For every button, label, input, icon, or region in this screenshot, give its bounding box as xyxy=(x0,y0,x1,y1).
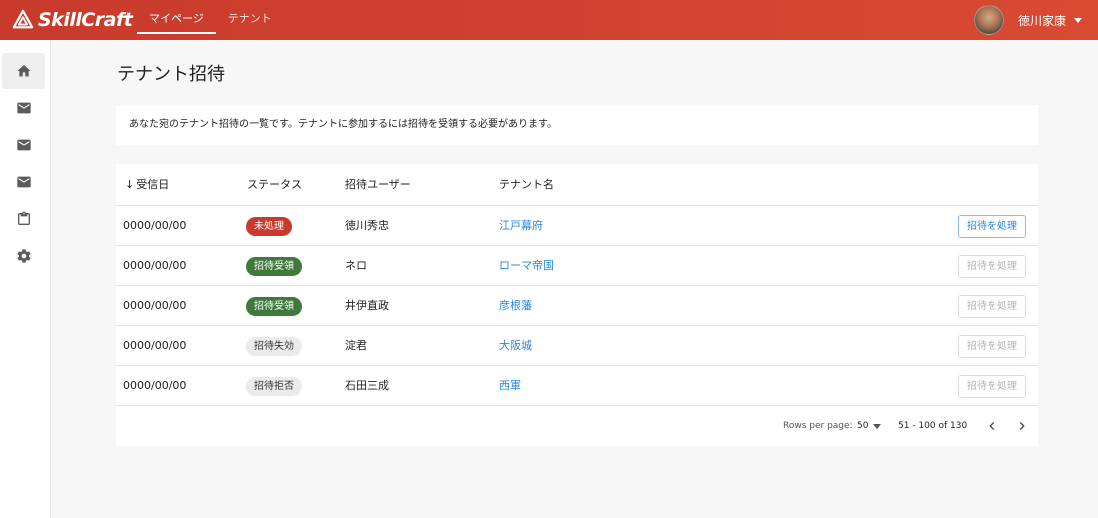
status-badge: 招待失効 xyxy=(246,337,302,356)
chevron-down-icon[interactable] xyxy=(1074,17,1082,23)
mail-icon xyxy=(16,139,31,151)
inviting-user: 井伊直政 xyxy=(345,299,389,312)
table-header: ↓ 受信日 ステータス 招待ユーザー テナント名 xyxy=(116,164,1038,206)
column-inviting-user[interactable]: 招待ユーザー xyxy=(345,164,411,206)
process-invite-button: 招待を処理 xyxy=(958,335,1026,358)
next-page-button[interactable] xyxy=(1014,418,1030,434)
info-message: あなた宛のテナント招待の一覧です。テナントに参加するには招待を受領する必要があり… xyxy=(116,105,1038,145)
logo-icon xyxy=(12,9,34,29)
brand-logo[interactable]: SkillCraft xyxy=(12,8,133,32)
table-row: 0000/00/00 招待受領 ネロ ローマ帝国 招待を処理 xyxy=(116,246,1038,286)
sidebar-item-mail-1[interactable] xyxy=(2,90,45,126)
status-badge: 招待受領 xyxy=(246,257,302,276)
clipboard-icon xyxy=(17,211,30,225)
received-date: 0000/00/00 xyxy=(123,379,187,392)
page-title: テナント招待 xyxy=(117,64,225,85)
nav-mypage[interactable]: マイページ xyxy=(137,0,216,40)
table-row: 0000/00/00 招待失効 淀君 大阪城 招待を処理 xyxy=(116,326,1038,366)
table-row: 0000/00/00 未処理 徳川秀忠 江戸幕府 招待を処理 xyxy=(116,206,1038,246)
chevron-left-icon xyxy=(989,422,995,430)
status-badge: 未処理 xyxy=(246,217,292,236)
column-received-date[interactable]: ↓ 受信日 xyxy=(125,164,169,206)
sidebar-item-settings[interactable] xyxy=(2,238,45,274)
status-badge: 招待拒否 xyxy=(246,377,302,396)
received-date: 0000/00/00 xyxy=(123,299,187,312)
chevron-down-icon[interactable] xyxy=(873,424,881,429)
inviting-user: ネロ xyxy=(345,259,367,272)
tenant-link[interactable]: 江戸幕府 xyxy=(499,206,543,246)
tenant-link[interactable]: 大阪城 xyxy=(499,326,532,366)
sidebar-item-clipboard[interactable] xyxy=(2,201,45,237)
process-invite-button[interactable]: 招待を処理 xyxy=(958,215,1026,238)
tenant-link[interactable]: 西軍 xyxy=(499,366,521,406)
process-invite-button: 招待を処理 xyxy=(958,375,1026,398)
sidebar xyxy=(0,40,51,518)
received-date: 0000/00/00 xyxy=(123,339,187,352)
gear-icon xyxy=(17,249,30,263)
user-name[interactable]: 徳川家康 xyxy=(1018,12,1066,29)
column-tenant-name[interactable]: テナント名 xyxy=(499,164,554,206)
rows-per-page-label: Rows per page: xyxy=(783,421,853,431)
received-date: 0000/00/00 xyxy=(123,219,187,232)
inviting-user: 徳川秀忠 xyxy=(345,219,389,232)
received-date: 0000/00/00 xyxy=(123,259,187,272)
mail-icon xyxy=(16,102,31,114)
inviting-user: 淀君 xyxy=(345,339,367,352)
status-badge: 招待受領 xyxy=(246,297,302,316)
rows-per-page-select[interactable]: 50 xyxy=(857,406,868,446)
brand-name: SkillCraft xyxy=(38,9,133,31)
top-nav: マイページ テナント xyxy=(137,0,284,40)
sidebar-item-mail-3[interactable] xyxy=(2,164,45,200)
user-menu[interactable]: 徳川家康 xyxy=(973,4,1082,36)
inviting-user: 石田三成 xyxy=(345,379,389,392)
page-range: 51 - 100 of 130 xyxy=(898,421,968,431)
app-header: SkillCraft マイページ テナント 徳川家康 xyxy=(0,0,1098,40)
sidebar-item-mail-2[interactable] xyxy=(2,127,45,163)
sidebar-item-home[interactable] xyxy=(2,53,45,89)
table-row: 0000/00/00 招待拒否 石田三成 西軍 招待を処理 xyxy=(116,366,1038,406)
mail-icon xyxy=(16,176,31,188)
invitations-table: ↓ 受信日 ステータス 招待ユーザー テナント名 0000/00/00 未処理 徳… xyxy=(116,164,1038,446)
nav-tenant[interactable]: テナント xyxy=(216,0,284,40)
process-invite-button: 招待を処理 xyxy=(958,255,1026,278)
process-invite-button: 招待を処理 xyxy=(958,295,1026,318)
tenant-link[interactable]: ローマ帝国 xyxy=(499,246,554,286)
table-row: 0000/00/00 招待受領 井伊直政 彦根藩 招待を処理 xyxy=(116,286,1038,326)
tenant-link[interactable]: 彦根藩 xyxy=(499,286,532,326)
home-icon xyxy=(16,65,31,77)
chevron-right-icon xyxy=(1019,422,1025,430)
column-status[interactable]: ステータス xyxy=(247,164,302,206)
sort-arrow-icon[interactable]: ↓ xyxy=(125,178,134,191)
table-pagination: Rows per page: 50 51 - 100 of 130 xyxy=(116,406,1038,446)
prev-page-button[interactable] xyxy=(984,418,1000,434)
avatar[interactable] xyxy=(973,5,1004,35)
